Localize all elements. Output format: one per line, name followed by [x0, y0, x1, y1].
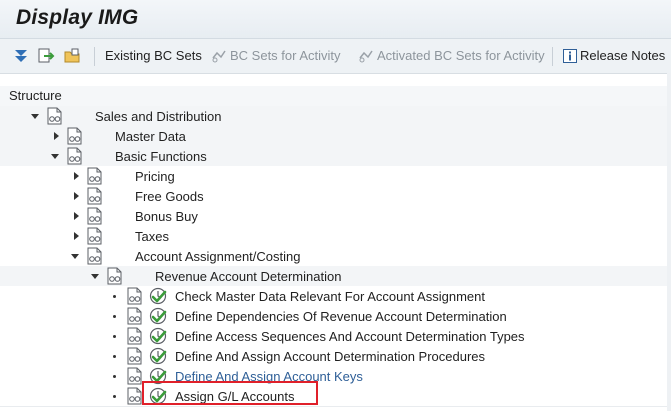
tree-activity-label: Define And Assign Account Determination …	[175, 349, 486, 364]
structure-node-icon	[87, 187, 103, 205]
tree-node-label: Basic Functions	[115, 149, 207, 164]
bullet	[113, 315, 116, 318]
caret-down-icon[interactable]	[71, 252, 79, 260]
documentation-icon[interactable]	[127, 287, 143, 305]
release-notes-label: Release Notes	[580, 48, 666, 63]
tree-activity-check-master-data[interactable]: Check Master Data Relevant For Account A…	[0, 286, 671, 307]
tree-node-label: Free Goods	[135, 189, 204, 204]
tree-node-sales-and-distribution[interactable]: Sales and Distribution	[0, 106, 671, 127]
title-bar: Display IMG	[0, 0, 671, 39]
activated-bc-sets-button[interactable]: Activated BC Sets for Activity	[358, 48, 545, 63]
existing-bc-sets-label: Existing BC Sets	[105, 48, 202, 63]
documentation-folder-icon[interactable]	[63, 47, 81, 65]
caret-right-icon[interactable]	[52, 132, 60, 140]
caret-right-icon[interactable]	[72, 192, 80, 200]
caret-down-icon[interactable]	[51, 152, 59, 160]
structure-node-icon	[87, 167, 103, 185]
execute-activity-icon[interactable]	[149, 347, 167, 365]
tree-activity-label[interactable]: Define And Assign Account Keys	[175, 369, 363, 384]
bullet	[113, 355, 116, 358]
page-title: Display IMG	[16, 6, 139, 29]
tree-node-revenue-account-determination[interactable]: Revenue Account Determination	[0, 266, 671, 287]
bc-set-icon	[212, 50, 226, 62]
release-notes-button[interactable]: Release Notes	[563, 48, 665, 63]
tree-activity-define-procedures[interactable]: Define And Assign Account Determination …	[0, 346, 671, 367]
position-cursor-icon[interactable]	[37, 47, 55, 65]
documentation-icon[interactable]	[127, 367, 143, 385]
structure-node-icon	[67, 147, 83, 165]
tree-activity-label: Define Dependencies Of Revenue Account D…	[175, 309, 507, 324]
tree-activity-define-access-sequences[interactable]: Define Access Sequences And Account Dete…	[0, 326, 671, 347]
tree-node-label: Bonus Buy	[135, 209, 198, 224]
execute-activity-icon[interactable]	[149, 367, 167, 385]
bullet	[113, 395, 116, 398]
info-icon	[563, 48, 577, 63]
structure-node-icon	[107, 267, 123, 285]
documentation-icon[interactable]	[127, 347, 143, 365]
execute-activity-icon[interactable]	[149, 387, 167, 405]
caret-right-icon[interactable]	[72, 232, 80, 240]
caret-right-icon[interactable]	[72, 172, 80, 180]
structure-node-icon	[87, 207, 103, 225]
scrollbar-track[interactable]	[667, 73, 671, 411]
tree-node-label: Pricing	[135, 169, 175, 184]
tree-node-free-goods[interactable]: Free Goods	[0, 186, 671, 207]
toolbar-separator	[94, 47, 95, 66]
bc-sets-for-activity-label: BC Sets for Activity	[230, 48, 341, 63]
tree-node-bonus-buy[interactable]: Bonus Buy	[0, 206, 671, 227]
execute-activity-icon[interactable]	[149, 287, 167, 305]
tree-activity-define-account-keys[interactable]: Define And Assign Account Keys	[0, 366, 671, 387]
bullet	[113, 335, 116, 338]
caret-down-icon[interactable]	[91, 272, 99, 280]
expand-subtree-icon[interactable]	[12, 47, 30, 65]
application-toolbar: Existing BC Sets BC Sets for Activity Ac…	[0, 39, 671, 74]
tree-activity-label: Check Master Data Relevant For Account A…	[175, 289, 485, 304]
documentation-icon[interactable]	[127, 307, 143, 325]
tree-activity-label: Define Access Sequences And Account Dete…	[175, 329, 525, 344]
tree-node-taxes[interactable]: Taxes	[0, 226, 671, 247]
tree-node-label: Revenue Account Determination	[155, 269, 342, 284]
documentation-icon[interactable]	[127, 327, 143, 345]
tree-node-label: Master Data	[115, 129, 186, 144]
tree-activity-assign-gl-accounts[interactable]: Assign G/L Accounts	[0, 386, 671, 407]
caret-right-icon[interactable]	[72, 212, 80, 220]
structure-node-icon	[67, 127, 83, 145]
structure-header-label: Structure	[9, 88, 62, 103]
tree-column-header: Structure	[0, 86, 671, 107]
bc-sets-for-activity-button[interactable]: BC Sets for Activity	[211, 48, 341, 63]
tree-node-label: Account Assignment/Costing	[135, 249, 301, 264]
bullet	[113, 295, 116, 298]
structure-node-icon	[47, 107, 63, 125]
tree-node-account-assignment-costing[interactable]: Account Assignment/Costing	[0, 246, 671, 267]
documentation-icon[interactable]	[127, 387, 143, 405]
execute-activity-icon[interactable]	[149, 327, 167, 345]
tree-activity-label: Assign G/L Accounts	[175, 389, 295, 404]
tree-node-pricing[interactable]: Pricing	[0, 166, 671, 187]
tree-node-label: Sales and Distribution	[95, 109, 222, 124]
existing-bc-sets-button[interactable]: Existing BC Sets	[105, 48, 202, 63]
toolbar-separator	[552, 47, 553, 66]
activated-bc-sets-label: Activated BC Sets for Activity	[377, 48, 545, 63]
bc-set-icon	[359, 50, 373, 62]
tree-node-label: Taxes	[135, 229, 169, 244]
execute-activity-icon[interactable]	[149, 307, 167, 325]
caret-down-icon[interactable]	[31, 112, 39, 120]
tree-activity-define-dependencies[interactable]: Define Dependencies Of Revenue Account D…	[0, 306, 671, 327]
structure-node-icon	[87, 247, 103, 265]
tree-node-master-data[interactable]: Master Data	[0, 126, 671, 147]
structure-node-icon	[87, 227, 103, 245]
tree-node-basic-functions[interactable]: Basic Functions	[0, 146, 671, 167]
bullet	[113, 375, 116, 378]
